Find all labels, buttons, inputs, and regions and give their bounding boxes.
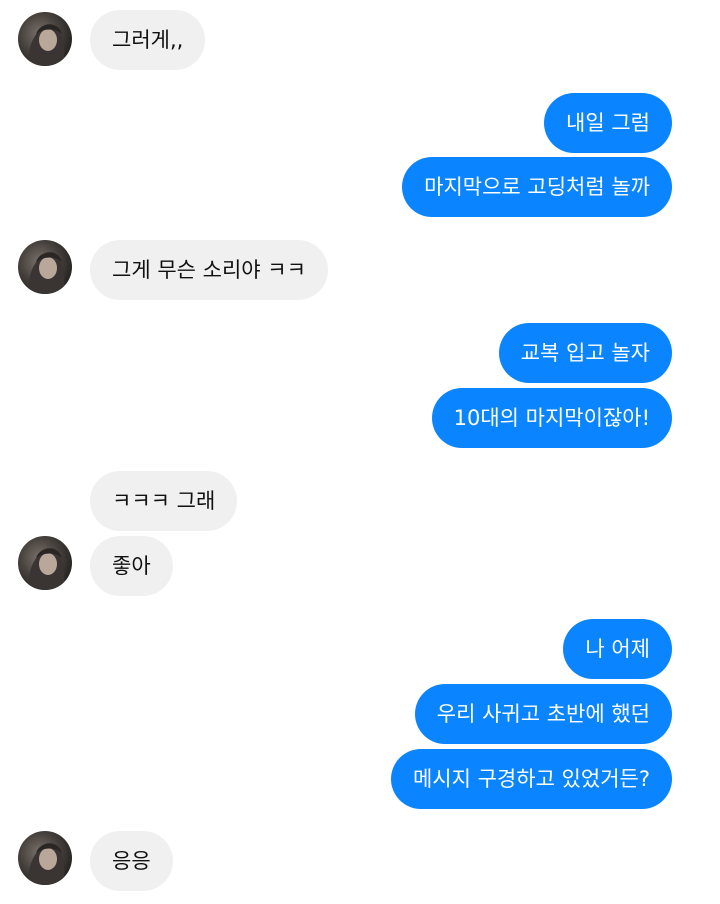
message-bubble-outgoing[interactable]: 메시지 구경하고 있었거든? xyxy=(390,749,672,809)
contact-avatar[interactable] xyxy=(18,536,72,590)
message-bubble-incoming[interactable]: 응응 xyxy=(90,831,173,891)
message-bubble-outgoing[interactable]: 내일 그럼 xyxy=(544,93,672,153)
person-photo-icon xyxy=(28,843,65,885)
message-bubble-incoming[interactable]: 그게 무슨 소리야 ㅋㅋ xyxy=(90,240,328,300)
contact-avatar[interactable] xyxy=(18,12,72,66)
contact-avatar[interactable] xyxy=(18,831,72,885)
message-bubble-outgoing[interactable]: 우리 사귀고 초반에 했던 xyxy=(414,684,672,744)
message-bubble-outgoing[interactable]: 마지막으로 고딩처럼 놀까 xyxy=(402,157,672,217)
message-bubble-outgoing[interactable]: 10대의 마지막이잖아! xyxy=(431,388,672,448)
message-bubble-incoming[interactable]: 그러게,, xyxy=(90,10,206,70)
person-photo-icon xyxy=(28,548,65,590)
message-bubble-incoming[interactable]: 좋아 xyxy=(90,536,173,596)
message-bubble-incoming[interactable]: ㅋㅋㅋ 그래 xyxy=(90,471,238,531)
contact-avatar[interactable] xyxy=(18,240,72,294)
person-photo-icon xyxy=(28,252,65,294)
message-bubble-outgoing[interactable]: 나 어제 xyxy=(563,619,672,679)
person-photo-icon xyxy=(28,24,65,66)
message-bubble-outgoing[interactable]: 교복 입고 놀자 xyxy=(498,323,672,383)
